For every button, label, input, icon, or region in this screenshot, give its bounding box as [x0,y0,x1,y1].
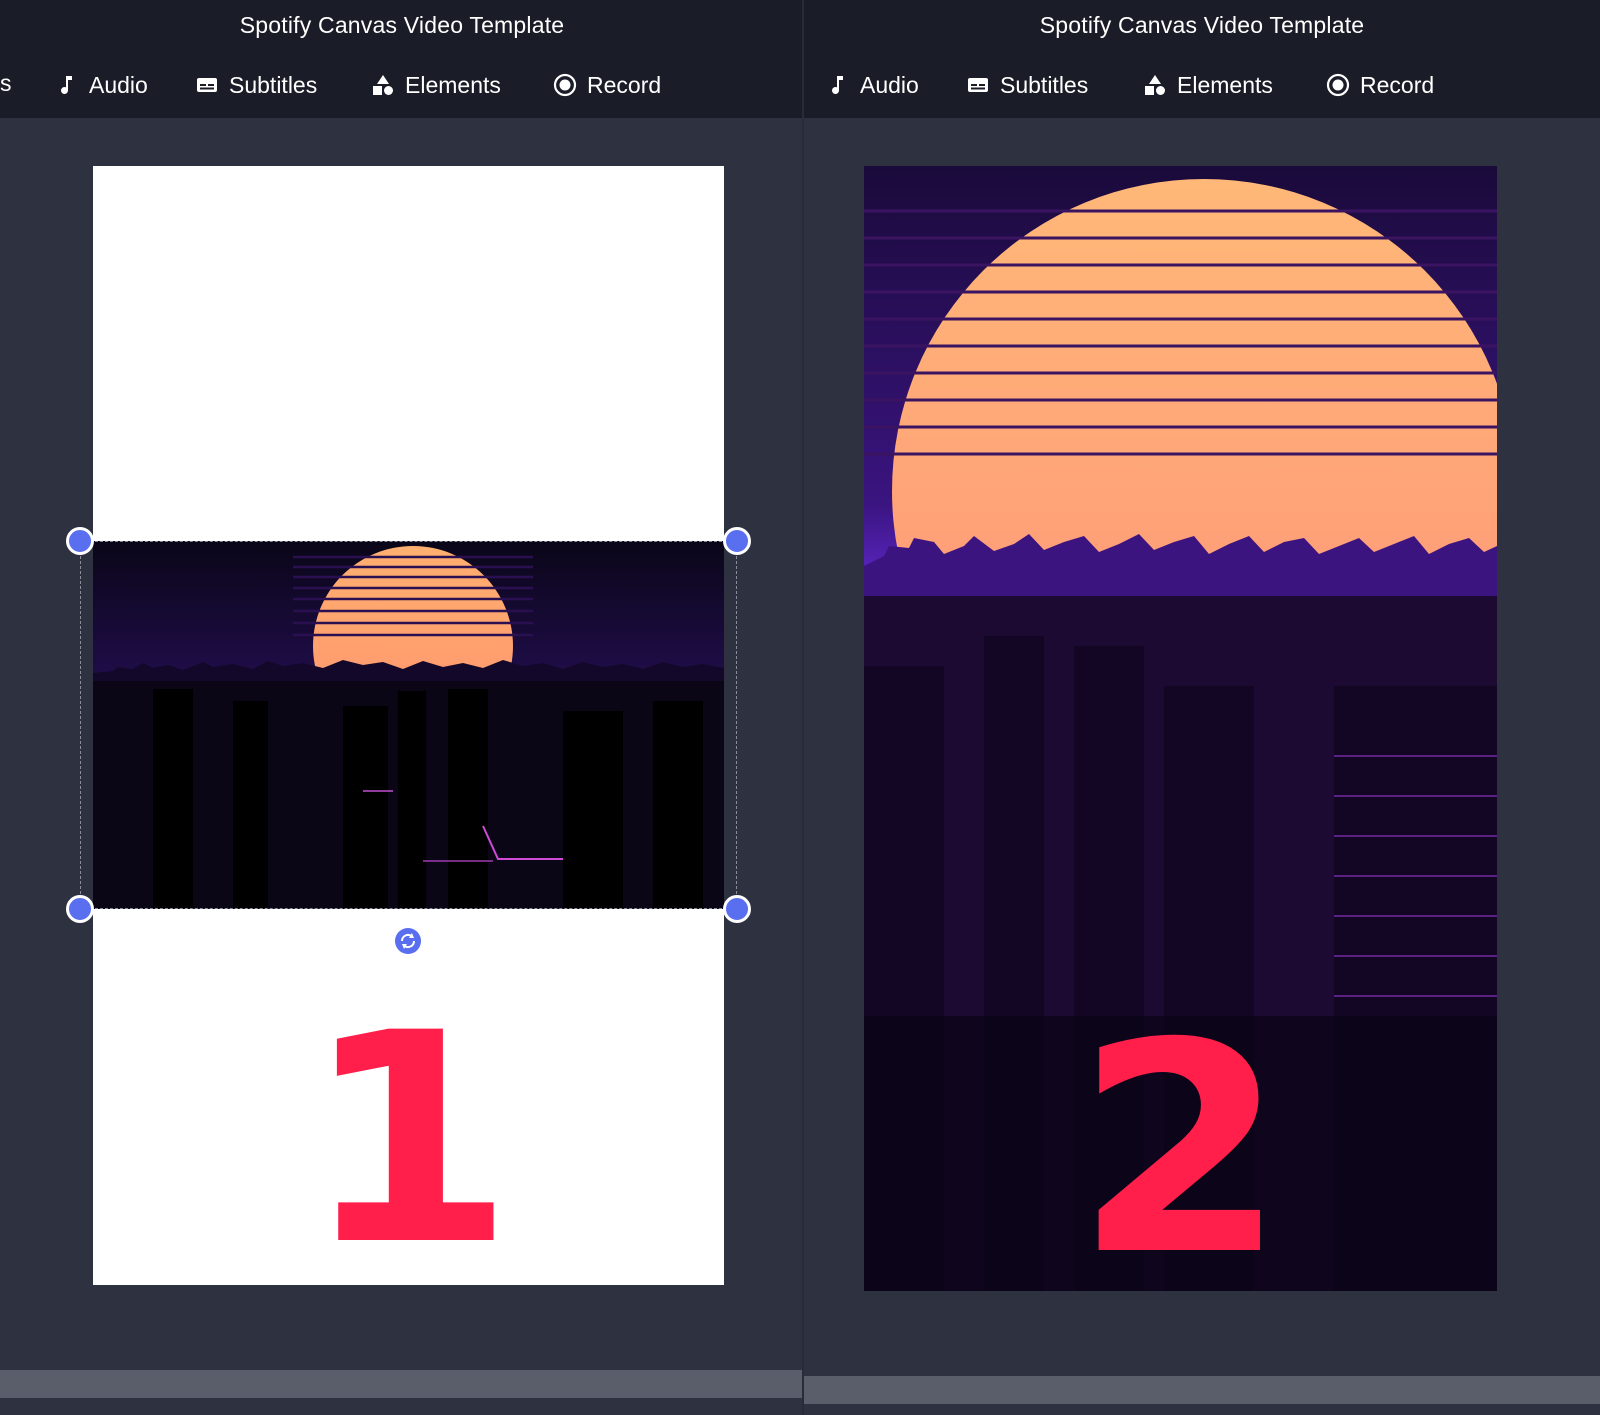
record-icon [1326,73,1350,97]
top-toolbar: Spotify Canvas Video Template s Audio Su… [0,0,804,118]
elements-button[interactable]: Elements [371,68,501,102]
resize-handle-top-right[interactable] [723,527,751,555]
subtitles-label: Subtitles [229,71,318,98]
elements-button[interactable]: Elements [1143,68,1273,102]
editor-panel-right: Spotify Canvas Video Template Audio Subt… [804,0,1600,1415]
step-number: 2 [1074,982,1287,1292]
shapes-icon [1143,73,1167,97]
record-button[interactable]: Record [553,68,661,102]
resize-handle-top-left[interactable] [66,527,94,555]
project-title: Spotify Canvas Video Template [239,12,565,38]
truncated-tool-label[interactable]: s [0,70,12,97]
synthwave-video-clip[interactable] [93,541,724,909]
elements-label: Elements [1177,71,1273,98]
audio-button[interactable]: Audio [826,68,919,102]
rotate-handle-icon[interactable] [394,927,422,955]
record-button[interactable]: Record [1326,68,1434,102]
audio-label: Audio [860,71,919,98]
subtitles-button[interactable]: Subtitles [195,68,317,102]
editor-panel-left: Spotify Canvas Video Template s Audio Su… [0,0,804,1415]
project-title: Spotify Canvas Video Template [1039,12,1365,38]
music-note-icon [55,73,79,97]
audio-button[interactable]: Audio [55,68,148,102]
resize-handle-bottom-right[interactable] [723,895,751,923]
step-number: 1 [302,972,515,1286]
horizontal-scrollbar[interactable] [0,1370,804,1398]
music-note-icon [826,73,850,97]
record-label: Record [1360,71,1435,98]
top-toolbar: Spotify Canvas Video Template Audio Subt… [804,0,1600,118]
subtitles-icon [195,73,219,97]
video-canvas[interactable]: 2 [864,166,1497,1291]
audio-label: Audio [89,71,148,98]
resize-handle-bottom-left[interactable] [66,895,94,923]
subtitles-label: Subtitles [1000,71,1089,98]
shapes-icon [371,73,395,97]
elements-label: Elements [405,71,501,98]
record-label: Record [587,71,662,98]
video-canvas[interactable]: 1 [93,166,724,1285]
subtitles-button[interactable]: Subtitles [966,68,1088,102]
horizontal-scrollbar[interactable] [804,1376,1600,1404]
record-icon [553,73,577,97]
subtitles-icon [966,73,990,97]
